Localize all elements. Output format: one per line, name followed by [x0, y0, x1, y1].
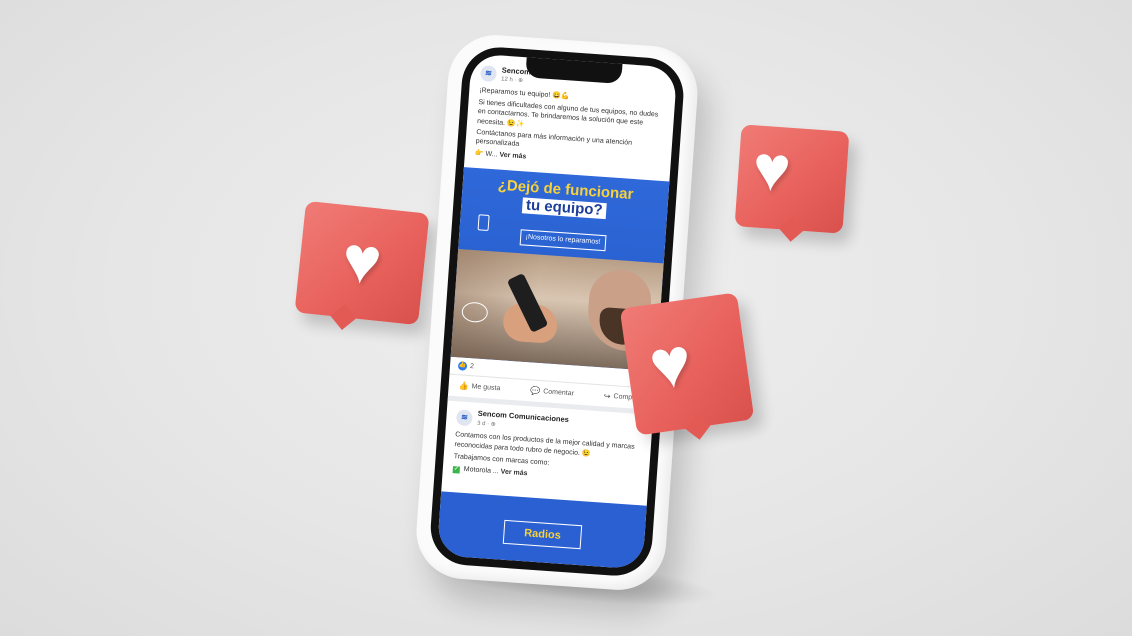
heart-icon: ♥	[338, 221, 386, 299]
heart-icon: ♥	[750, 131, 794, 206]
brand-logo	[461, 301, 489, 324]
post-2-image[interactable]: Radios	[436, 491, 647, 570]
comment-label: Comentar	[542, 388, 575, 398]
banner-title: ¿Dejó de funcionar tu equipo?	[461, 175, 669, 223]
radio-icon	[477, 214, 490, 232]
checkmark-icon: ✓	[452, 465, 461, 474]
post-line-truncated: 👉 W...	[474, 149, 498, 159]
thumbs-up-icon: 👍	[457, 361, 468, 372]
see-more-link[interactable]: Ver más	[499, 151, 526, 160]
thumbs-up-icon: 👍	[458, 381, 469, 392]
mockup-scene: ♥ ♥ ≋ Sencom Comunicaciones 12 h · ⊕	[0, 0, 1132, 636]
like-button[interactable]: 👍 Me gusta	[458, 382, 500, 394]
post-text: ¡Reparamos tu equipo! 😄💪 Si tienes dific…	[475, 86, 666, 171]
banner-title-line2: tu equipo?	[521, 197, 608, 219]
comment-icon: 💬	[529, 386, 541, 397]
share-icon: ↪	[603, 391, 611, 402]
page-avatar[interactable]: ≋	[455, 408, 473, 427]
like-label: Me gusta	[471, 383, 501, 393]
post-2: ≋ Sencom Comunicaciones 3 d · ⊕ Contamos…	[442, 401, 653, 495]
comment-button[interactable]: 💬 Comentar	[530, 387, 574, 399]
heart-icon: ♥	[644, 321, 697, 405]
post-line-truncated: Motorola ...	[463, 465, 499, 475]
heart-bubble-left: ♥	[294, 200, 430, 330]
heart-bubble-front: ♥	[619, 292, 755, 440]
heart-bubble-right: ♥	[734, 124, 850, 242]
see-more-link[interactable]: Ver más	[500, 468, 527, 477]
banner-badge: ¡Nosotros lo reparamos!	[519, 229, 607, 252]
reaction-count: 2	[469, 363, 475, 371]
banner2-text: Radios	[502, 519, 583, 550]
page-avatar[interactable]: ≋	[479, 65, 498, 83]
